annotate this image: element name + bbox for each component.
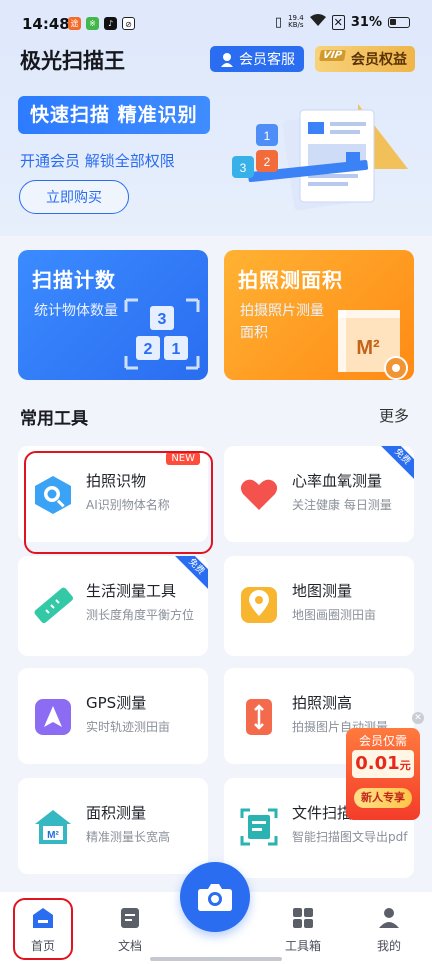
tool-name: 心率血氧测量 [292, 472, 383, 490]
new-user-promo[interactable]: ✕ 会员仅需 0.01元 新人专享 [346, 712, 424, 820]
svg-text:2: 2 [144, 341, 153, 358]
more-tools-link[interactable]: 更多 [379, 405, 409, 426]
map-pin-icon [241, 587, 277, 623]
document-icon [121, 908, 139, 928]
tool-name: 文件扫描 [292, 804, 353, 822]
house-area-icon: M² [35, 810, 71, 844]
area-measure-icon: M² [338, 310, 408, 380]
wifi-icon [309, 14, 326, 30]
tool-desc: 智能扫描图文导出pdf [292, 830, 408, 844]
free-badge: 免费 [378, 446, 414, 481]
tool-map-measure[interactable]: 地图测量 地图画圈测田亩 [224, 556, 414, 656]
highlight-outline [24, 451, 213, 554]
promo-price: 0.01 [355, 753, 400, 774]
tool-name: 拍照测高 [292, 694, 353, 712]
vip-crown-icon: VIP [319, 50, 346, 61]
app-title: 极光扫描王 [20, 49, 125, 73]
heart-icon [240, 479, 278, 510]
nav-mine[interactable]: 我的 [359, 906, 419, 954]
count-grid-icon: 3 2 1 [124, 298, 200, 370]
tool-desc: 精准测量长宽高 [86, 830, 171, 844]
buy-now-button[interactable]: 立即购买 [19, 180, 129, 214]
headset-icon [221, 53, 233, 67]
svg-text:M²: M² [47, 830, 59, 841]
notification-app-icon: 途 [68, 17, 81, 30]
svg-text:1: 1 [264, 129, 271, 143]
scan-count-card[interactable]: 扫描计数 统计物体数量 3 2 1 [18, 250, 208, 380]
free-badge: 免费 [172, 556, 208, 591]
tool-name: 面积测量 [86, 804, 147, 822]
promo-line1: 会员仅需 [358, 734, 407, 748]
photo-area-title: 拍照测面积 [238, 268, 343, 292]
member-service-button[interactable]: 会员客服 [210, 46, 304, 72]
tool-name: GPS测量 [86, 694, 147, 712]
net-speed: 19.4 KB/s [288, 14, 304, 29]
scan-count-title: 扫描计数 [32, 268, 116, 292]
tool-gps-measure[interactable]: GPS测量 实时轨迹测田亩 [18, 668, 208, 764]
svg-text:2: 2 [264, 155, 271, 169]
home-indicator [150, 957, 282, 961]
battery-icon [388, 16, 410, 28]
ruler-icon [34, 587, 74, 624]
tool-life-measure[interactable]: 生活测量工具 测长度角度平衡方位 免费 [18, 556, 208, 656]
document-scan-illustration: 1 2 3 [232, 104, 408, 211]
banner-subtitle: 开通会员 解锁全部权限 [20, 152, 175, 170]
camera-scan-button[interactable] [180, 862, 250, 932]
tool-desc: 关注健康 每日测量 [292, 498, 392, 512]
document-scan-icon [240, 808, 278, 846]
camera-icon [198, 884, 232, 911]
nav-docs[interactable]: 文档 [100, 906, 160, 954]
tool-desc: 测长度角度平衡方位 [86, 608, 195, 622]
app-icon: ⊘ [122, 17, 135, 30]
status-time: 14:48 [22, 15, 70, 33]
photo-area-card[interactable]: 拍照测面积 拍摄照片测量面积 M² [224, 250, 414, 380]
svg-text:3: 3 [240, 161, 247, 175]
vibrate-icon: ▯ [274, 14, 283, 30]
highlight-outline [13, 898, 73, 960]
notification-app-icon: ※ [86, 17, 99, 30]
tool-heart-rate[interactable]: 心率血氧测量 关注健康 每日测量 免费 [224, 446, 414, 542]
height-measure-icon [246, 699, 272, 735]
tool-desc: 地图画圈测田亩 [292, 608, 377, 622]
tool-name: 生活测量工具 [86, 582, 177, 600]
tool-desc: 实时轨迹测田亩 [86, 720, 171, 734]
svg-text:3: 3 [158, 311, 167, 328]
navigation-icon [35, 699, 71, 735]
svg-text:1: 1 [172, 341, 181, 358]
promo-unit: 元 [399, 759, 411, 772]
grid-icon [293, 908, 313, 928]
user-icon [379, 908, 399, 928]
tool-name: 地图测量 [292, 582, 353, 600]
close-icon[interactable]: ✕ [412, 712, 424, 724]
tool-area-measure[interactable]: M² 面积测量 精准测量长宽高 [18, 778, 208, 874]
banner-headline: 快速扫描 精准识别 [18, 96, 210, 134]
nav-toolbox[interactable]: 工具箱 [273, 906, 333, 954]
status-indicators: ▯ 19.4 KB/s ✕ 31% [275, 14, 410, 30]
promo-cta: 新人专享 [354, 788, 412, 808]
tiktok-icon: ♪ [104, 17, 117, 30]
battery-percent: 31% [350, 14, 382, 30]
scan-count-desc: 统计物体数量 [34, 303, 118, 319]
common-tools-title: 常用工具 [20, 409, 88, 429]
sim-icon: ✕ [331, 14, 345, 30]
photo-area-desc: 拍摄照片测量面积 [240, 303, 324, 341]
svg-text:M²: M² [356, 337, 380, 359]
